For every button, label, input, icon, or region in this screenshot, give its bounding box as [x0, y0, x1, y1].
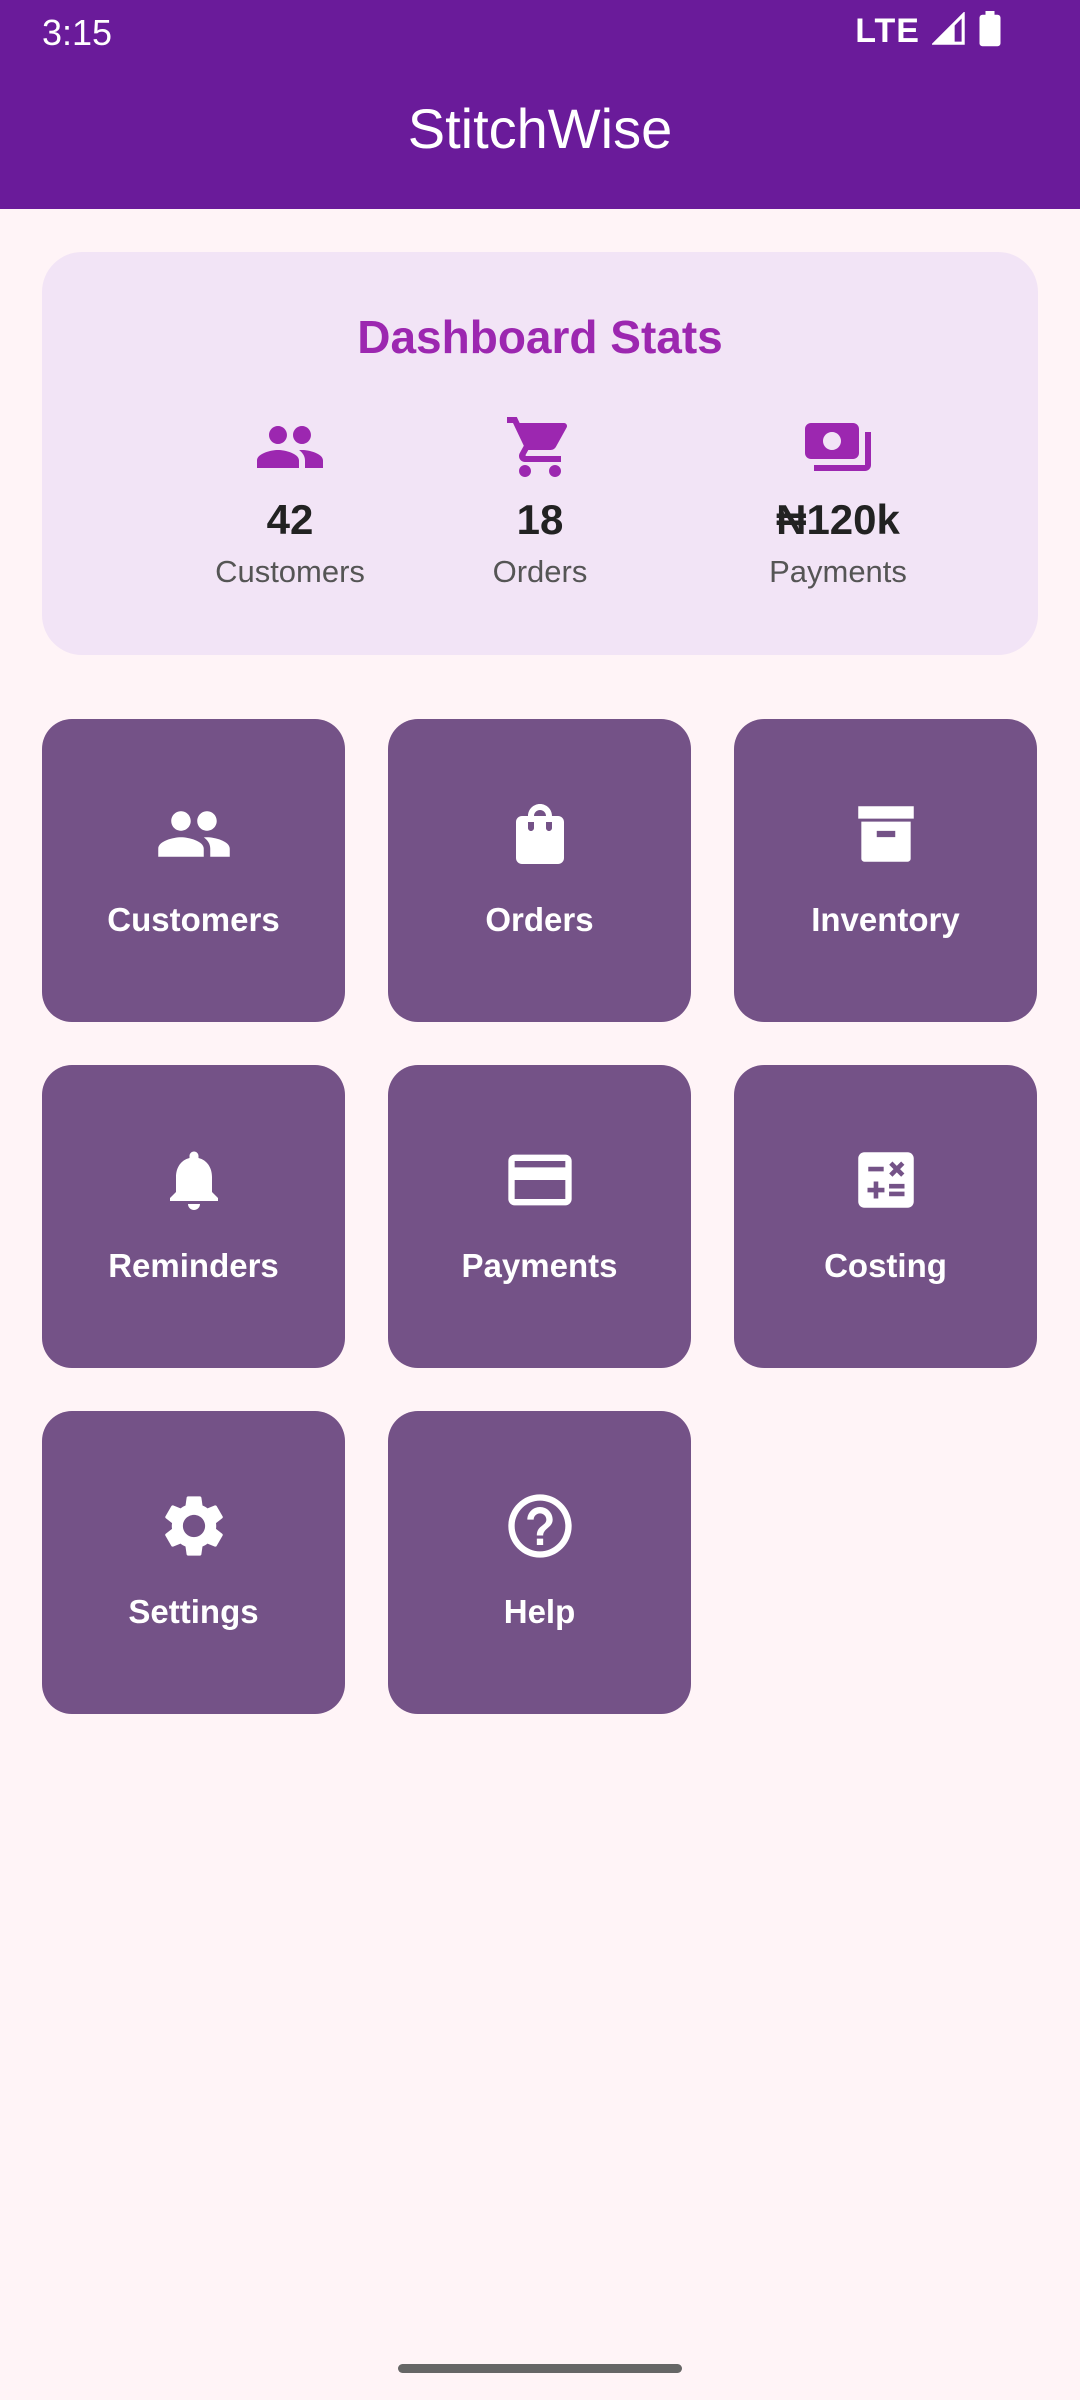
signal-icon: [931, 10, 966, 51]
tile-orders[interactable]: Orders: [388, 719, 691, 1022]
stat-value: ₦120k: [776, 496, 900, 543]
gear-icon: [42, 1491, 345, 1561]
status-icons: LTE: [855, 10, 1002, 52]
tile-costing[interactable]: Costing: [734, 1065, 1037, 1368]
stat-orders: 18 Orders: [420, 412, 660, 590]
stat-label: Customers: [215, 554, 365, 589]
dashboard-stats-card: Dashboard Stats 42 Customers 18 Orders ₦…: [42, 252, 1038, 655]
stat-label: Orders: [492, 554, 588, 589]
tile-label: Reminders: [108, 1247, 279, 1284]
bell-icon: [42, 1145, 345, 1215]
app-title: StitchWise: [407, 97, 673, 160]
tile-payments[interactable]: Payments: [388, 1065, 691, 1368]
tile-label: Settings: [128, 1593, 259, 1630]
tile-help[interactable]: Help: [388, 1411, 691, 1714]
stat-payments: ₦120k Payments: [718, 412, 958, 590]
tile-label: Customers: [107, 901, 280, 938]
status-time: 3:15: [42, 12, 113, 53]
tile-label: Orders: [485, 901, 594, 938]
archive-box-icon: [734, 799, 1037, 869]
app-bar: 3:15 LTE StitchWise: [0, 0, 1080, 209]
calculator-icon: [734, 1145, 1037, 1215]
battery-icon: [978, 10, 1002, 52]
credit-card-icon: [388, 1145, 691, 1215]
cart-icon: [420, 412, 660, 482]
stat-value: 42: [266, 496, 314, 543]
stats-title: Dashboard Stats: [357, 311, 723, 363]
help-circle-icon: [388, 1491, 691, 1561]
tile-label: Costing: [824, 1247, 947, 1284]
tile-inventory[interactable]: Inventory: [734, 719, 1037, 1022]
tile-customers[interactable]: Customers: [42, 719, 345, 1022]
tile-label: Payments: [461, 1247, 618, 1284]
people-icon: [42, 799, 345, 869]
tile-label: Help: [503, 1593, 576, 1630]
tile-label: Inventory: [811, 901, 960, 938]
network-type: LTE: [855, 11, 920, 50]
shopping-bag-icon: [388, 799, 691, 869]
tile-settings[interactable]: Settings: [42, 1411, 345, 1714]
stat-label: Payments: [769, 554, 907, 589]
people-icon: [170, 412, 410, 482]
money-icon: [718, 412, 958, 482]
tile-reminders[interactable]: Reminders: [42, 1065, 345, 1368]
gesture-nav-handle[interactable]: [398, 2364, 682, 2373]
stat-value: 18: [516, 496, 564, 543]
stat-customers: 42 Customers: [170, 412, 410, 590]
